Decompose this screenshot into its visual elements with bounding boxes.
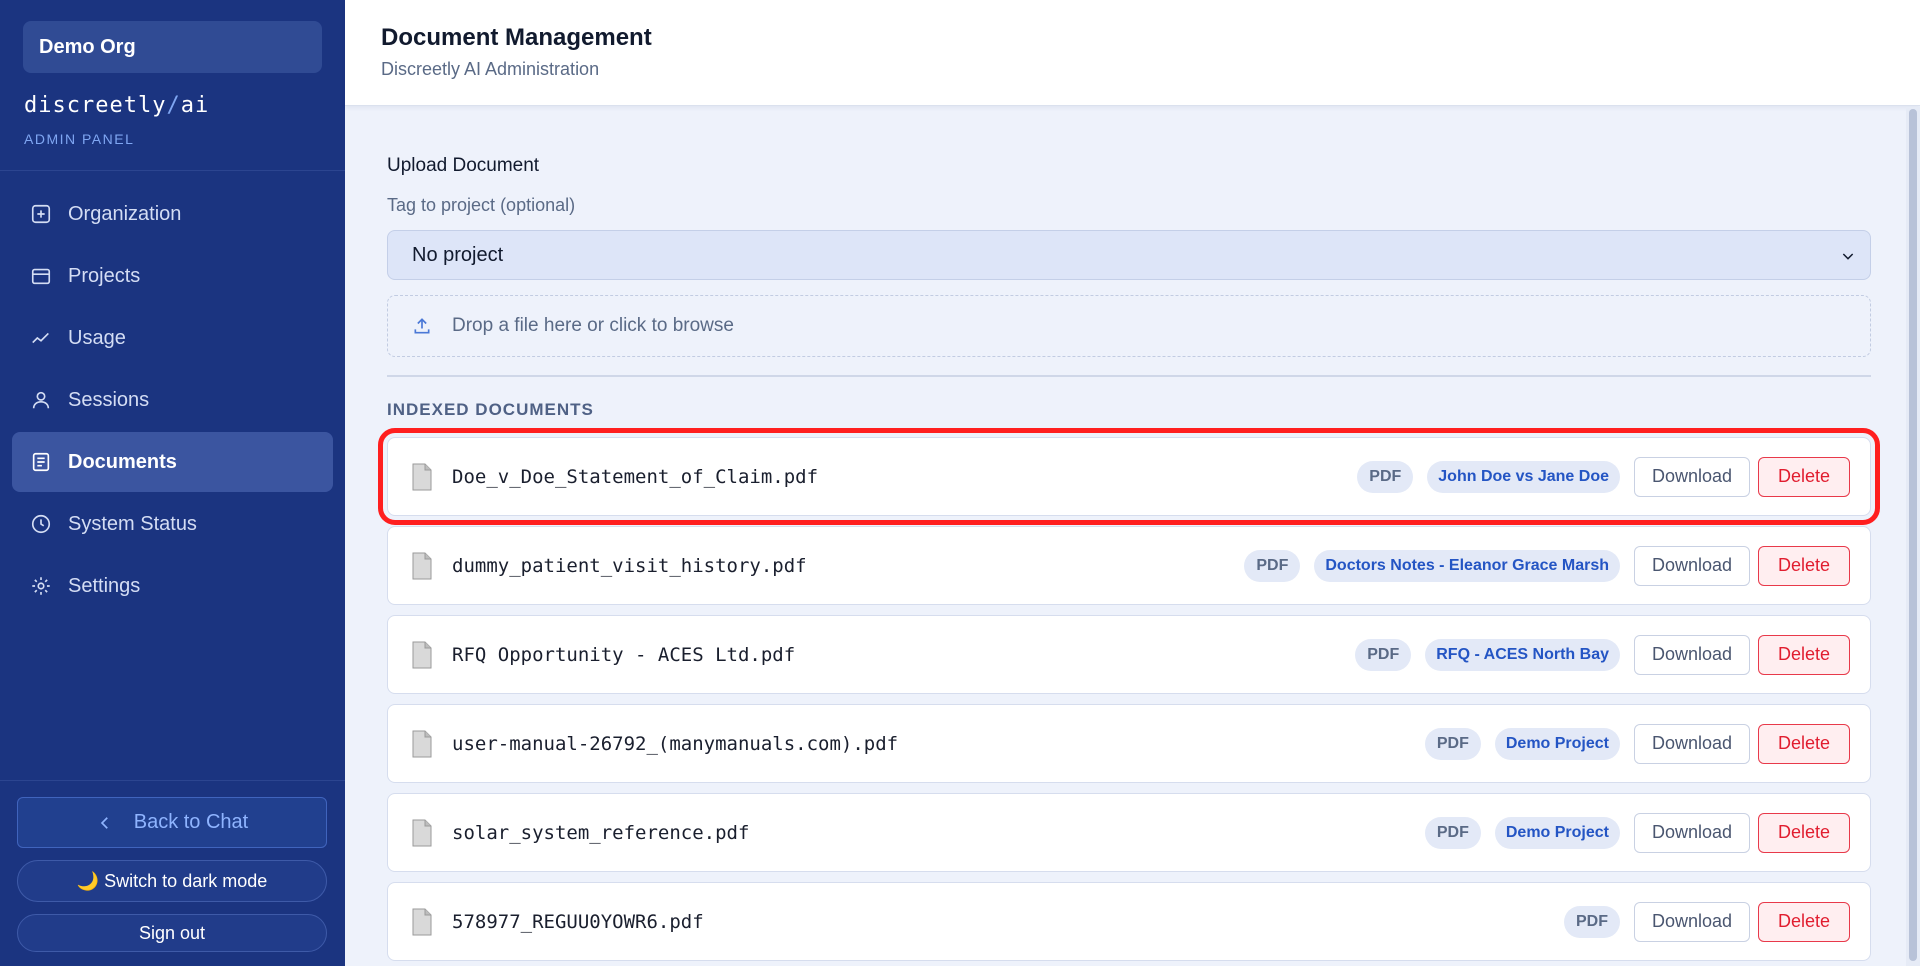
indexed-documents-heading: INDEXED DOCUMENTS [387,400,594,419]
main-scrollbar[interactable] [1906,107,1920,966]
delete-button[interactable]: Delete [1758,634,1850,675]
sidebar-item-settings[interactable]: Settings [12,556,333,616]
folder-icon [30,265,52,287]
sign-out-button[interactable]: Sign out [17,914,327,952]
upload-icon [414,318,430,334]
download-button[interactable]: Download [1634,723,1750,764]
scrollbar-thumb[interactable] [1909,109,1917,961]
section-divider [387,375,1871,377]
sidebar-item-label: Settings [68,574,141,597]
brand-subtitle: ADMIN PANEL [24,131,135,147]
chevron-left-icon [100,816,108,829]
document-name: solar_system_reference.pdf [452,821,750,844]
sidebar-bottom-divider [0,780,345,781]
brand-name: discreetly [24,93,167,118]
delete-button[interactable]: Delete [1758,456,1850,497]
document-name: user-manual-26792_(manymanuals.com).pdf [452,732,899,755]
document-row: Doe_v_Doe_Statement_of_Claim.pdf PDF Joh… [378,428,1880,525]
dropzone-text: Drop a file here or click to browse [452,315,734,336]
file-icon [410,641,434,669]
chart-line-icon [30,327,52,349]
sidebar: Demo Org discreetly/ai ADMIN PANEL Organ… [0,0,345,966]
sidebar-item-label: Documents [68,450,177,473]
dark-mode-toggle[interactable]: 🌙 Switch to dark mode [17,860,327,902]
file-type-badge: PDF [1244,549,1301,582]
download-button[interactable]: Download [1634,545,1750,586]
clock-icon [30,513,52,535]
sidebar-item-documents[interactable]: Documents [12,432,333,492]
sidebar-item-organization[interactable]: Organization [12,184,333,244]
page-header: Document Management Discreetly AI Admini… [345,0,1920,106]
back-to-chat-label: Back to Chat [133,811,249,833]
document-row: solar_system_reference.pdf PDF Demo Proj… [387,793,1871,872]
project-badge: Doctors Notes - Eleanor Grace Marsh [1314,549,1620,582]
sidebar-item-label: Sessions [68,388,150,411]
download-button[interactable]: Download [1634,634,1750,675]
org-switcher[interactable]: Demo Org [23,21,322,73]
sidebar-item-usage[interactable]: Usage [12,308,333,368]
document-name: RFQ Opportunity - ACES Ltd.pdf [452,643,796,666]
sidebar-item-sessions[interactable]: Sessions [12,370,333,430]
sidebar-item-label: Projects [68,264,141,287]
project-badge: Demo Project [1494,816,1620,849]
file-icon [410,552,434,580]
page-title: Document Management [381,24,652,51]
file-type-badge: PDF [1424,727,1481,760]
document-list: Doe_v_Doe_Statement_of_Claim.pdf PDF Joh… [378,428,1880,966]
sidebar-item-label: System Status [68,512,197,535]
delete-button[interactable]: Delete [1758,812,1850,853]
file-icon [410,908,434,936]
document-row: RFQ Opportunity - ACES Ltd.pdf PDF RFQ -… [387,615,1871,694]
sidebar-item-label: Organization [68,202,182,225]
sidebar-item-system-status[interactable]: System Status [12,494,333,554]
delete-button[interactable]: Delete [1758,723,1850,764]
document-name: Doe_v_Doe_Statement_of_Claim.pdf [452,465,819,488]
project-badge: Demo Project [1494,727,1620,760]
sidebar-nav: Organization Projects Usage Sessions Doc… [12,184,333,618]
brand-logo: discreetly/ai [24,93,209,118]
user-icon [30,389,52,411]
project-badge: RFQ - ACES North Bay [1425,638,1620,671]
sidebar-item-label: Usage [68,326,126,349]
file-type-badge: PDF [1357,460,1414,493]
sidebar-item-projects[interactable]: Projects [12,246,333,306]
file-type-badge: PDF [1564,905,1620,938]
brand-suffix: ai [180,93,210,118]
page-subtitle: Discreetly AI Administration [381,59,600,79]
download-button[interactable]: Download [1634,456,1750,497]
delete-button[interactable]: Delete [1758,901,1850,942]
document-row: 578977_REGUU0YOWR6.pdf PDF Download Dele… [387,882,1871,961]
file-icon [410,463,434,491]
file-type-badge: PDF [1355,638,1412,671]
main-content: Upload Document Tag to project (optional… [345,107,1906,966]
file-type-badge: PDF [1424,816,1481,849]
delete-button[interactable]: Delete [1758,545,1850,586]
plus-square-icon [30,203,52,225]
file-dropzone[interactable]: Drop a file here or click to browse [387,295,1871,357]
document-row: dummy_patient_visit_history.pdf PDF Doct… [387,526,1871,605]
chevron-down-icon [1840,247,1856,263]
project-select-value: No project [412,243,504,266]
project-select[interactable]: No project [387,230,1871,280]
document-name: dummy_patient_visit_history.pdf [452,554,807,577]
project-badge: John Doe vs Jane Doe [1427,460,1620,493]
back-to-chat-button[interactable]: Back to Chat [17,797,327,848]
brand-slash: / [166,93,181,118]
file-icon [410,819,434,847]
document-icon [30,451,52,473]
gear-icon [30,575,52,597]
download-button[interactable]: Download [1634,812,1750,853]
document-name: 578977_REGUU0YOWR6.pdf [452,910,704,933]
project-tag-label: Tag to project (optional) [387,195,576,215]
upload-section-title: Upload Document [387,155,540,176]
file-icon [410,730,434,758]
sidebar-divider [0,170,345,171]
document-row: user-manual-26792_(manymanuals.com).pdf … [387,704,1871,783]
download-button[interactable]: Download [1634,901,1750,942]
